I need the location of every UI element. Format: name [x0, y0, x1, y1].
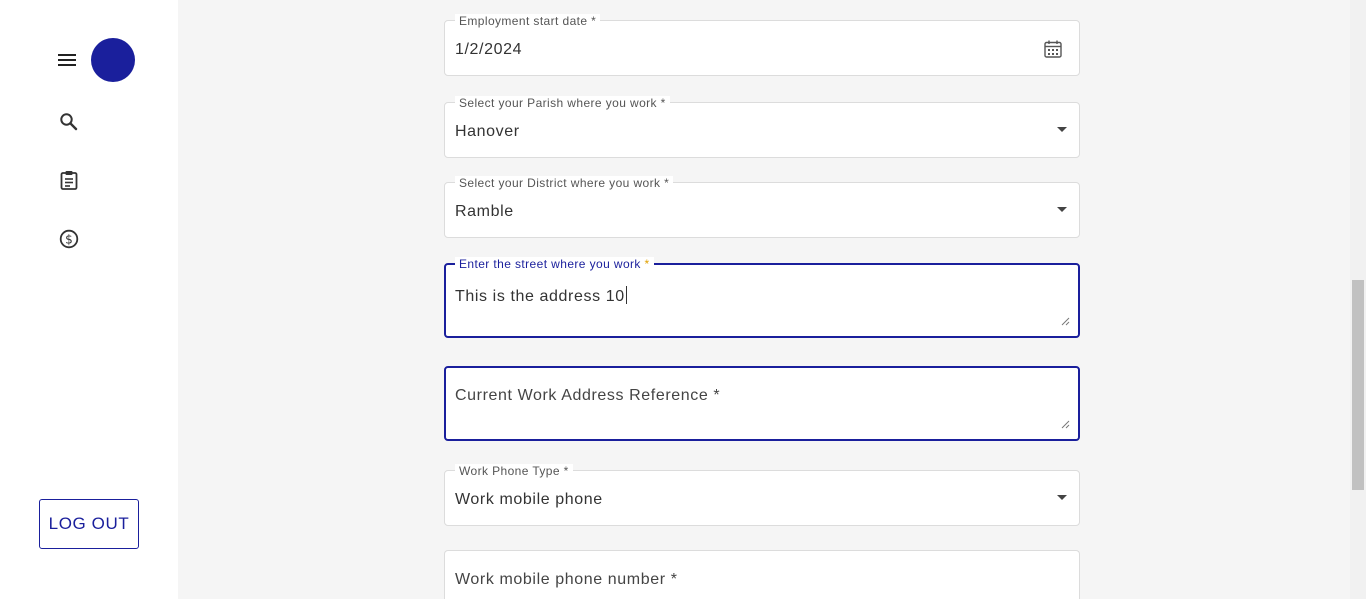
parish-select-value: Hanover — [455, 123, 520, 140]
district-select-value: Ramble — [455, 203, 514, 220]
employment-start-date-value: 1/2/2024 — [455, 41, 523, 58]
work-phone-type-label: Work Phone Type * — [455, 464, 573, 478]
work-phone-type-value: Work mobile phone — [455, 491, 603, 508]
district-select-label: Select your District where you work * — [455, 176, 674, 190]
main-content: Employment start date * 1/2/2024 Select … — [178, 0, 1350, 599]
employment-start-date-field[interactable]: Employment start date * 1/2/2024 — [444, 14, 1080, 76]
sidebar: $ LOG OUT — [0, 0, 178, 599]
resize-handle-icon[interactable] — [1061, 420, 1070, 429]
chevron-down-icon[interactable] — [1057, 207, 1067, 212]
search-icon[interactable] — [57, 110, 81, 134]
resize-handle-icon[interactable] — [1061, 317, 1070, 326]
work-phone-number-input[interactable]: Work mobile phone number * — [444, 550, 1080, 599]
chevron-down-icon[interactable] — [1057, 495, 1067, 500]
vertical-scrollbar[interactable] — [1350, 0, 1366, 599]
dollar-icon[interactable]: $ — [57, 227, 81, 251]
work-phone-number-placeholder: Work mobile phone number * — [455, 571, 678, 588]
street-textarea-label: Enter the street where you work * — [455, 257, 654, 271]
scrollbar-thumb[interactable] — [1352, 280, 1364, 490]
logout-button[interactable]: LOG OUT — [39, 499, 139, 549]
work-address-reference-textarea[interactable]: Current Work Address Reference * — [444, 366, 1080, 441]
employment-start-date-label: Employment start date * — [455, 14, 601, 28]
menu-icon[interactable] — [55, 48, 79, 72]
svg-text:$: $ — [65, 233, 73, 247]
calendar-icon[interactable] — [1044, 40, 1062, 58]
district-select[interactable]: Select your District where you work * Ra… — [444, 176, 1080, 238]
street-textarea[interactable]: Enter the street where you work * This i… — [444, 257, 1080, 338]
parish-select-label: Select your Parish where you work * — [455, 96, 670, 110]
clipboard-icon[interactable] — [57, 168, 81, 192]
parish-select[interactable]: Select your Parish where you work * Hano… — [444, 96, 1080, 158]
work-phone-type-select[interactable]: Work Phone Type * Work mobile phone — [444, 464, 1080, 526]
work-address-reference-placeholder: Current Work Address Reference * — [455, 387, 721, 404]
avatar[interactable] — [91, 38, 135, 82]
chevron-down-icon[interactable] — [1057, 127, 1067, 132]
street-textarea-value: This is the address 10 — [455, 286, 627, 305]
